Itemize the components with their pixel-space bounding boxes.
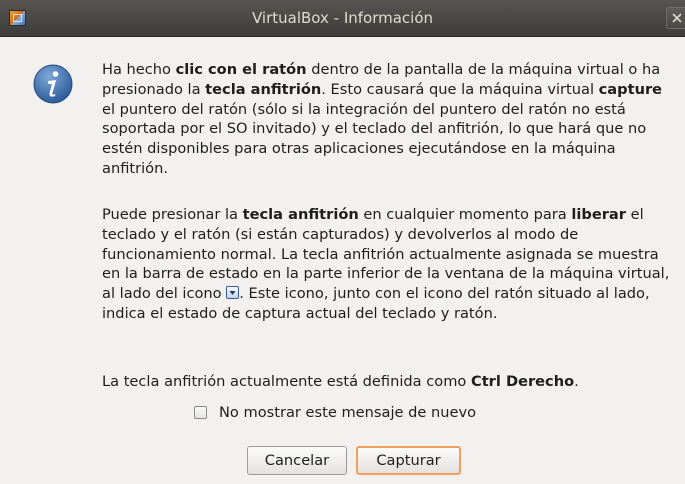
dont-show-again-label[interactable]: No mostrar este mensaje de nuevo [219, 404, 476, 421]
window-title: VirtualBox - Información [251, 9, 434, 27]
cancel-button[interactable]: Cancelar [247, 446, 347, 475]
close-button[interactable] [666, 7, 685, 29]
dont-show-again-row[interactable]: No mostrar este mensaje de nuevo [194, 402, 476, 422]
message-paragraph-2: Puede presionar la tecla anfitrión en cu… [102, 206, 670, 322]
message-paragraph-1: Ha hecho clic con el ratón dentro de la … [102, 61, 663, 177]
host-key-icon [226, 286, 240, 300]
info-icon [33, 64, 73, 104]
dont-show-again-checkbox[interactable] [194, 405, 207, 419]
title-bar: VirtualBox - Información [0, 0, 685, 37]
capture-button[interactable]: Capturar [356, 446, 461, 475]
message-paragraph-3: La tecla anfitrión actualmente está defi… [102, 373, 579, 390]
close-icon [672, 13, 682, 23]
